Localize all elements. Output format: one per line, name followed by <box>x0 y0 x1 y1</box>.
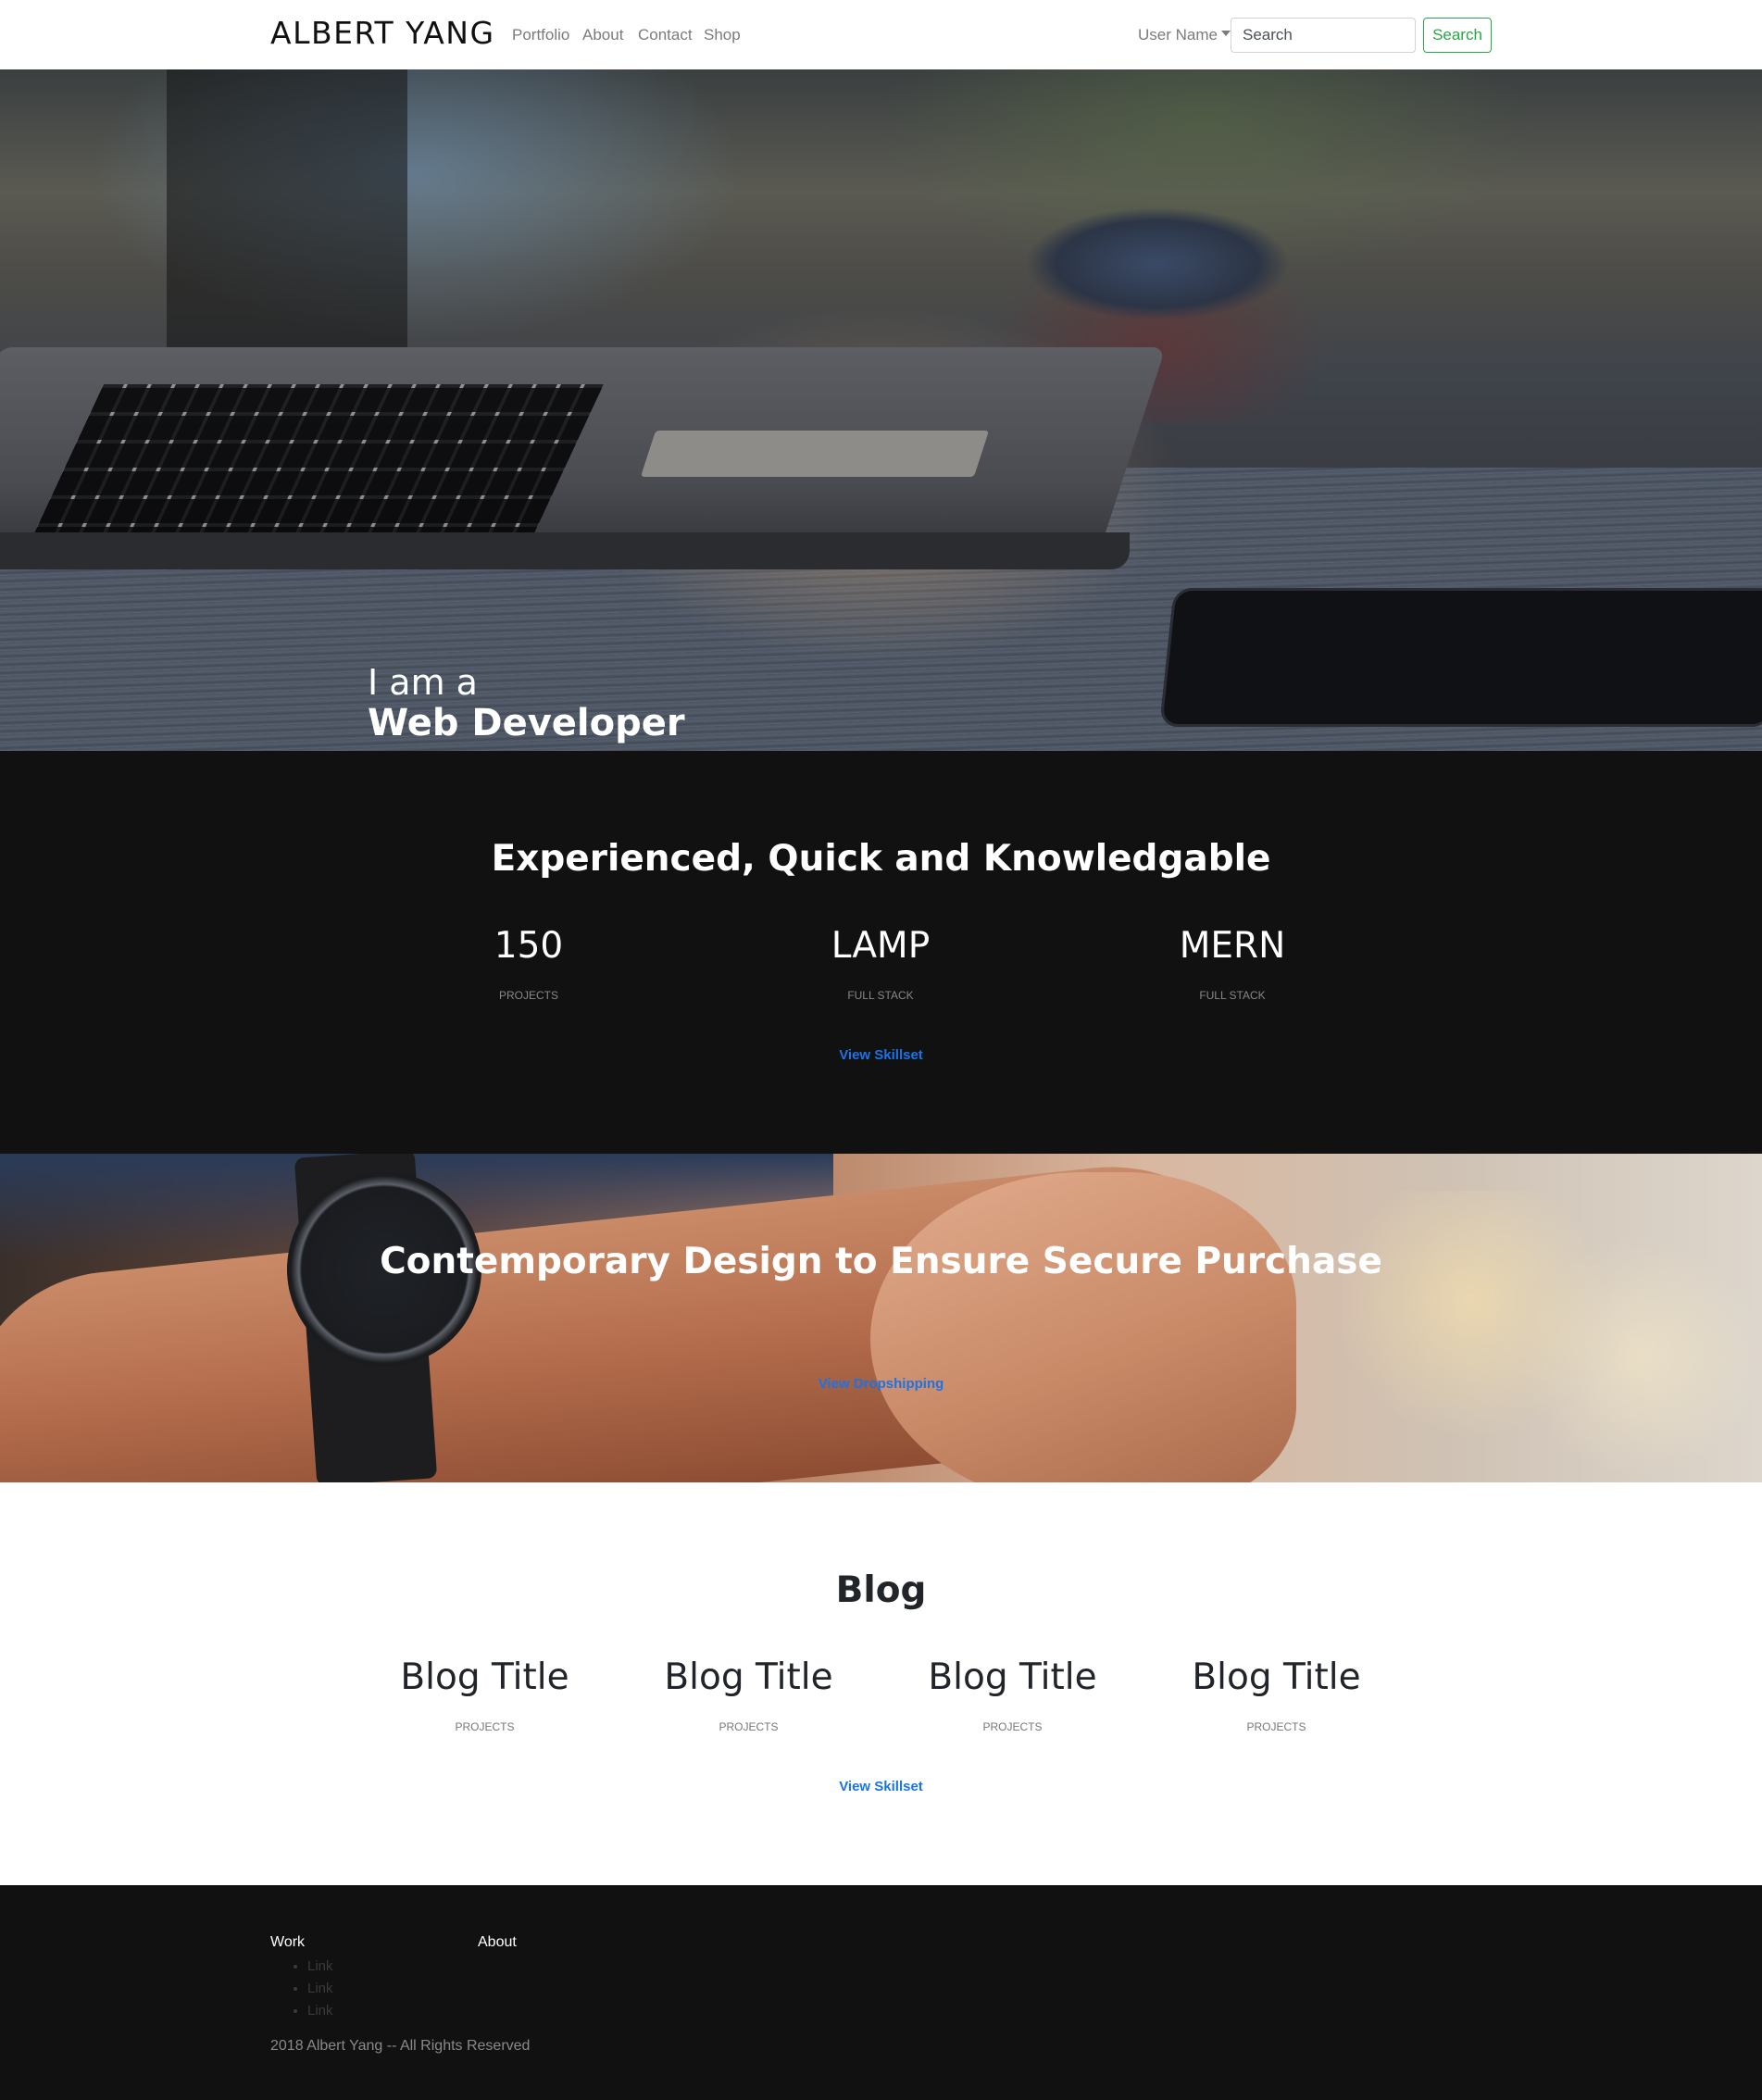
blog-card-label: PROJECTS <box>455 1720 515 1733</box>
stat-label: FULL STACK <box>1199 989 1266 1002</box>
caret-down-icon <box>1220 31 1231 36</box>
nav-link-about[interactable]: About <box>582 26 623 44</box>
stat-label: FULL STACK <box>847 989 914 1002</box>
coffee-cup-image <box>1028 208 1287 319</box>
blog-card-title: Blog Title <box>1192 1656 1361 1698</box>
blog-card[interactable]: Blog Title PROJECTS <box>353 1656 617 1733</box>
stat-item: LAMP FULL STACK <box>742 925 1019 1002</box>
bokeh-lights-image <box>1343 1191 1762 1469</box>
blog-card[interactable]: Blog Title PROJECTS <box>881 1656 1144 1733</box>
copyright-text: 2018 Albert Yang -- All Rights Reserved <box>270 2038 531 2054</box>
hand-image <box>870 1172 1296 1482</box>
footer-link[interactable]: Link <box>307 1956 333 1978</box>
nav-link-contact[interactable]: Contact <box>638 26 693 44</box>
laptop-trackpad-image <box>640 431 990 477</box>
hero-intro-text: I am a <box>368 662 478 703</box>
footer-work-links: Link Link Link <box>289 1956 333 2022</box>
brand-logo[interactable]: ALBERT YANG <box>270 15 495 51</box>
nav-link-portfolio[interactable]: Portfolio <box>512 26 569 44</box>
stat-label: PROJECTS <box>498 989 558 1002</box>
site-footer: Work About Link Link Link 2018 Albert Ya… <box>0 1885 1762 2100</box>
search-button[interactable]: Search <box>1423 18 1492 53</box>
search-input[interactable] <box>1231 18 1416 53</box>
stat-value: LAMP <box>831 925 931 967</box>
nav-link-shop[interactable]: Shop <box>704 26 741 44</box>
blog-card-title: Blog Title <box>664 1656 833 1698</box>
blog-card[interactable]: Blog Title PROJECTS <box>1144 1656 1408 1733</box>
smartphone-image <box>1159 588 1762 727</box>
footer-work-heading: Work <box>270 1934 306 1950</box>
user-dropdown[interactable]: User Name <box>1138 26 1231 44</box>
blog-card[interactable]: Blog Title PROJECTS <box>617 1656 881 1733</box>
blog-heading: Blog <box>835 1569 927 1611</box>
stats-section: Experienced, Quick and Knowledgable 150 … <box>0 751 1762 1154</box>
footer-about-heading: About <box>478 1934 517 1950</box>
stat-item: MERN FULL STACK <box>1093 925 1371 1002</box>
view-dropshipping-link[interactable]: View Dropshipping <box>0 1376 1762 1392</box>
blog-section: Blog Blog Title PROJECTS Blog Title PROJ… <box>0 1482 1762 1885</box>
user-dropdown-label: User Name <box>1138 26 1218 44</box>
top-navbar: ALBERT YANG Portfolio About Contact Shop… <box>0 0 1762 69</box>
stats-heading: Experienced, Quick and Knowledgable <box>491 838 1271 880</box>
blog-card-title: Blog Title <box>928 1656 1097 1698</box>
blog-card-label: PROJECTS <box>719 1720 779 1733</box>
hero-role-text: Web Developer <box>368 702 685 744</box>
laptop-edge-image <box>0 532 1130 569</box>
stat-value: MERN <box>1179 925 1286 967</box>
view-skillset-link[interactable]: View Skillset <box>0 1047 1762 1063</box>
stat-item: 150 PROJECTS <box>390 925 668 1002</box>
footer-link[interactable]: Link <box>307 1978 333 2000</box>
blog-view-skillset-link[interactable]: View Skillset <box>0 1779 1762 1794</box>
blog-card-title: Blog Title <box>400 1656 569 1698</box>
hero-banner: I am a Web Developer <box>0 69 1762 751</box>
laptop-keyboard-image <box>26 384 604 551</box>
design-heading: Contemporary Design to Ensure Secure Pur… <box>380 1241 1382 1282</box>
design-banner: Contemporary Design to Ensure Secure Pur… <box>0 1154 1762 1482</box>
blog-card-label: PROJECTS <box>1246 1720 1306 1733</box>
stat-value: 150 <box>494 925 564 967</box>
blog-card-label: PROJECTS <box>982 1720 1043 1733</box>
footer-link[interactable]: Link <box>307 2000 333 2022</box>
